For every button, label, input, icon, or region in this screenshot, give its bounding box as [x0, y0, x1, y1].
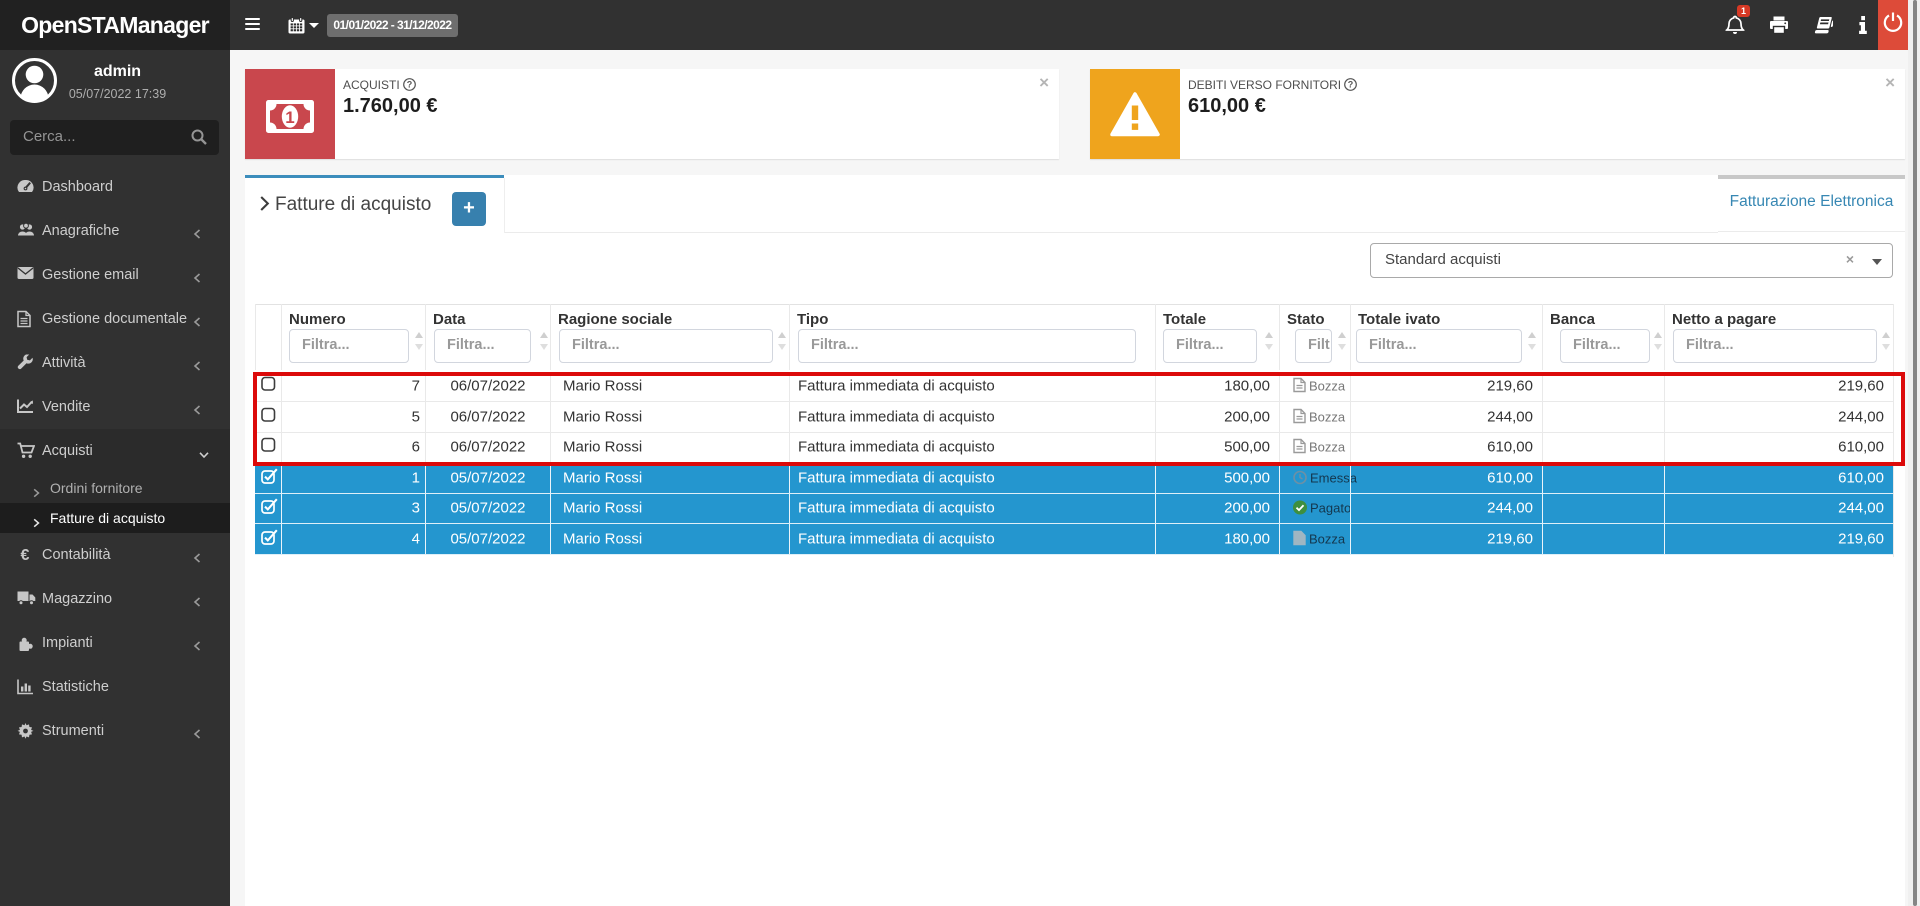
svg-text:?: ?: [1348, 80, 1354, 90]
svg-text:1: 1: [285, 108, 294, 127]
svg-text:?: ?: [406, 80, 412, 90]
svg-text:€: €: [21, 547, 30, 564]
